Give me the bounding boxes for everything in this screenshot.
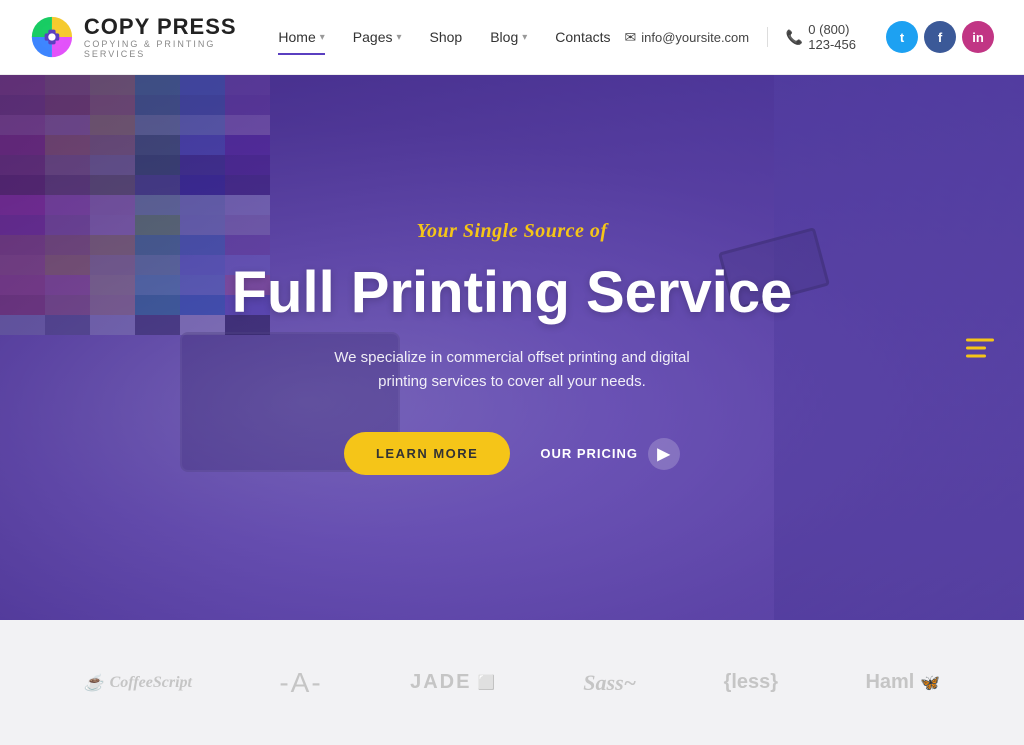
hero-subtitle: Your Single Source of <box>232 220 793 243</box>
logo-text: COPY PRESS COPYING & PRINTING SERVICES <box>84 15 265 59</box>
partner-angular: -A- <box>279 667 322 699</box>
partners-section: ☕ CoffeeScript -A- JADE⬜ Sass~ {less} Ha… <box>0 620 1024 745</box>
hamburger-line-2 <box>966 346 986 349</box>
email-contact: ✉ info@yoursite.com <box>625 29 750 46</box>
learn-more-button[interactable]: LEARN MORE <box>344 432 510 475</box>
divider <box>767 27 768 47</box>
social-icons: t f in <box>886 21 994 53</box>
arrow-right-icon: ▶ <box>648 438 680 470</box>
chevron-down-icon: ▾ <box>320 32 325 43</box>
partner-coffeescript: ☕ CoffeeScript <box>84 673 192 693</box>
pricing-button[interactable]: OUR PRICING ▶ <box>540 438 680 470</box>
site-header: COPY PRESS COPYING & PRINTING SERVICES H… <box>0 0 1024 75</box>
hero-actions: LEARN MORE OUR PRICING ▶ <box>232 432 793 475</box>
main-nav: Home ▾ Pages ▾ Shop Blog ▾ Contacts <box>264 21 624 53</box>
nav-contacts[interactable]: Contacts <box>541 21 624 53</box>
nav-blog[interactable]: Blog ▾ <box>476 21 541 53</box>
logo-main-text: COPY PRESS <box>84 15 265 39</box>
partner-jade: JADE⬜ <box>410 671 496 694</box>
hamburger-menu[interactable] <box>966 338 994 357</box>
nav-shop[interactable]: Shop <box>416 21 477 53</box>
hamburger-line-1 <box>966 338 994 341</box>
twitter-button[interactable]: t <box>886 21 918 53</box>
hero-description: We specialize in commercial offset print… <box>322 346 702 394</box>
header-right: ✉ info@yoursite.com 📞 0 (800) 123-456 t … <box>625 21 994 53</box>
logo-icon <box>30 13 74 61</box>
chevron-down-icon: ▾ <box>396 32 401 43</box>
chevron-down-icon: ▾ <box>522 32 527 43</box>
nav-pages[interactable]: Pages ▾ <box>339 21 416 53</box>
partner-less: {less} <box>724 671 779 694</box>
email-icon: ✉ <box>625 29 637 46</box>
nav-home[interactable]: Home ▾ <box>264 21 338 53</box>
logo[interactable]: COPY PRESS COPYING & PRINTING SERVICES <box>30 13 264 61</box>
hero-content: Your Single Source of Full Printing Serv… <box>212 220 813 476</box>
phone-icon: 📞 <box>786 29 803 46</box>
hamburger-line-3 <box>966 354 986 357</box>
partner-haml: Haml🦋 <box>865 671 940 694</box>
phone-contact: 📞 0 (800) 123-456 <box>786 22 868 52</box>
hero-section: Your Single Source of Full Printing Serv… <box>0 75 1024 620</box>
facebook-button[interactable]: f <box>924 21 956 53</box>
partner-sass: Sass~ <box>583 670 636 696</box>
hero-title: Full Printing Service <box>232 261 793 325</box>
instagram-button[interactable]: in <box>962 21 994 53</box>
logo-sub-text: COPYING & PRINTING SERVICES <box>84 39 265 59</box>
